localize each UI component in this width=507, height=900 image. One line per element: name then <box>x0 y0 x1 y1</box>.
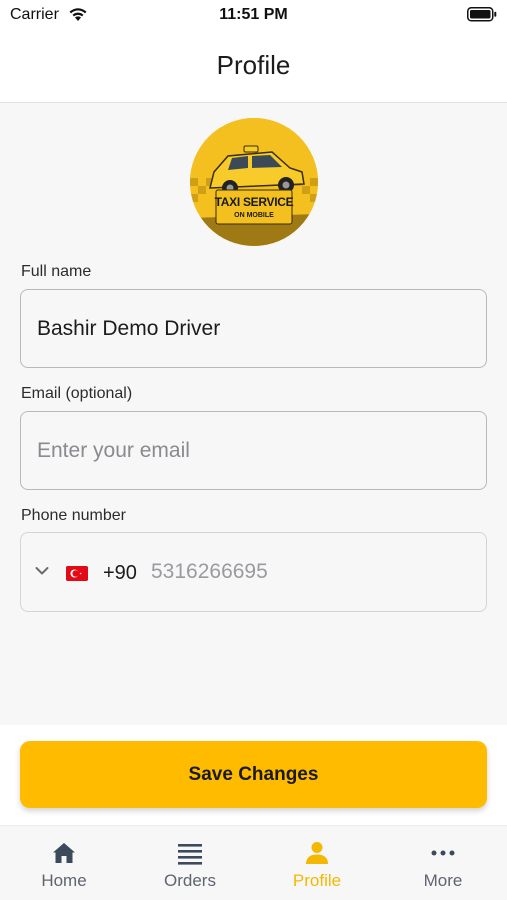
status-time: 11:51 PM <box>219 6 288 23</box>
email-field[interactable] <box>20 411 487 490</box>
full-name-input[interactable] <box>37 290 467 367</box>
email-label: Email (optional) <box>21 385 133 402</box>
tab-orders[interactable]: Orders <box>127 826 253 900</box>
full-name-label: Full name <box>21 263 92 280</box>
more-icon <box>431 850 455 856</box>
tab-profile-label: Profile <box>292 871 342 890</box>
chevron-down-icon[interactable] <box>35 566 49 576</box>
status-bar: Carrier 11:51 PM <box>0 0 507 32</box>
save-area: Save Changes <box>0 725 507 825</box>
person-icon <box>306 842 328 864</box>
nav-header: Profile <box>0 32 507 103</box>
turkey-flag-icon[interactable] <box>66 566 88 581</box>
list-icon <box>178 844 202 865</box>
tab-more-label: More <box>423 871 463 890</box>
tab-bar: Home Orders Profile More <box>0 825 507 900</box>
save-changes-button[interactable]: Save Changes <box>20 741 487 808</box>
page-title: Profile <box>216 50 291 80</box>
tab-orders-label: Orders <box>164 871 216 890</box>
phone-label: Phone number <box>21 507 126 524</box>
email-input[interactable] <box>37 412 467 489</box>
battery-icon <box>467 7 497 22</box>
tab-more[interactable]: More <box>380 826 506 900</box>
home-icon <box>53 843 75 863</box>
phone-input[interactable] <box>151 533 471 611</box>
tab-home[interactable]: Home <box>1 826 127 900</box>
avatar-logo-title: TAXI SERVICE <box>214 195 294 209</box>
full-name-field[interactable] <box>20 289 487 368</box>
dial-code: +90 <box>103 562 137 584</box>
tab-profile[interactable]: Profile <box>254 826 380 900</box>
phone-field[interactable]: +90 <box>20 532 487 612</box>
taxi-logo-image <box>190 118 318 246</box>
profile-avatar[interactable]: TAXI SERVICE ON MOBILE <box>190 118 318 246</box>
avatar-logo-subtitle: ON MOBILE <box>234 212 274 219</box>
tab-home-label: Home <box>41 871 87 890</box>
